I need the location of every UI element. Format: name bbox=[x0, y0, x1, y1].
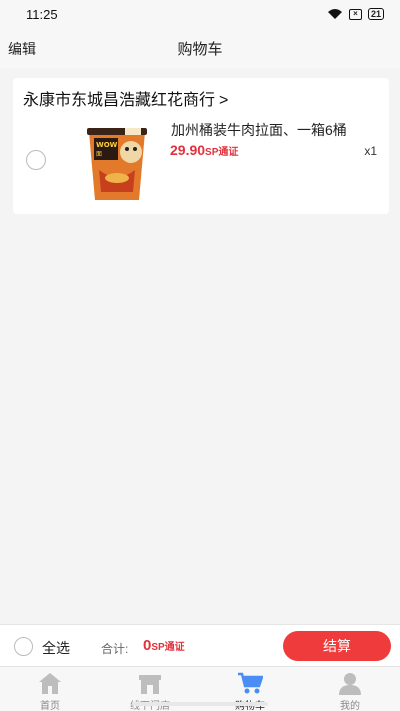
nav-header: 编辑 购物车 bbox=[0, 28, 400, 68]
svg-text:面: 面 bbox=[96, 151, 102, 158]
status-bar: 11:25 × 21 bbox=[0, 0, 400, 28]
store-icon bbox=[139, 675, 161, 694]
product-name[interactable]: 加州桶装牛肉拉面、一箱6桶 bbox=[171, 120, 347, 140]
chevron-right-icon: > bbox=[219, 92, 229, 109]
wifi-icon bbox=[327, 9, 342, 19]
status-icons: × 21 bbox=[327, 8, 384, 20]
home-indicator bbox=[132, 702, 268, 706]
checkout-button[interactable]: 结算 bbox=[283, 631, 391, 661]
product-image[interactable]: WOW 面 bbox=[75, 122, 159, 202]
page-title: 购物车 bbox=[177, 41, 223, 58]
product-quantity: x1 bbox=[364, 144, 377, 158]
tab-label: 首页 bbox=[40, 701, 60, 711]
battery-icon: 21 bbox=[367, 8, 384, 20]
status-time: 11:25 bbox=[26, 6, 58, 22]
store-link[interactable]: 永康市东城昌浩藏红花商行 > bbox=[23, 86, 228, 110]
sim-off-icon: × bbox=[348, 8, 362, 20]
total-label: 合计: bbox=[101, 642, 129, 656]
tab-profile[interactable]: 我的 bbox=[300, 667, 400, 711]
select-all-radio[interactable] bbox=[14, 637, 33, 656]
tab-home[interactable]: 首页 bbox=[0, 667, 100, 711]
store-name: 永康市东城昌浩藏红花商行 bbox=[23, 92, 216, 109]
svg-text:WOW: WOW bbox=[96, 141, 118, 149]
home-icon bbox=[39, 673, 61, 694]
price-unit: SP通证 bbox=[205, 147, 239, 158]
product-price: 29.90SP通证 bbox=[170, 142, 238, 160]
store-card: 永康市东城昌浩藏红花商行 > WOW 面 加州桶装牛肉拉面、一箱6桶 29.90S… bbox=[13, 78, 389, 214]
item-select-radio[interactable] bbox=[26, 150, 46, 170]
checkout-bar: 全选 合计: 0SP通证 结算 bbox=[0, 624, 400, 666]
user-icon bbox=[339, 673, 361, 695]
price-amount: 29.90 bbox=[170, 142, 206, 158]
tab-label: 我的 bbox=[340, 701, 360, 711]
select-all-label[interactable]: 全选 bbox=[42, 638, 70, 658]
cart-icon bbox=[238, 672, 263, 694]
total-value: 0SP通证 bbox=[143, 637, 185, 655]
total-unit: SP通证 bbox=[151, 642, 185, 653]
